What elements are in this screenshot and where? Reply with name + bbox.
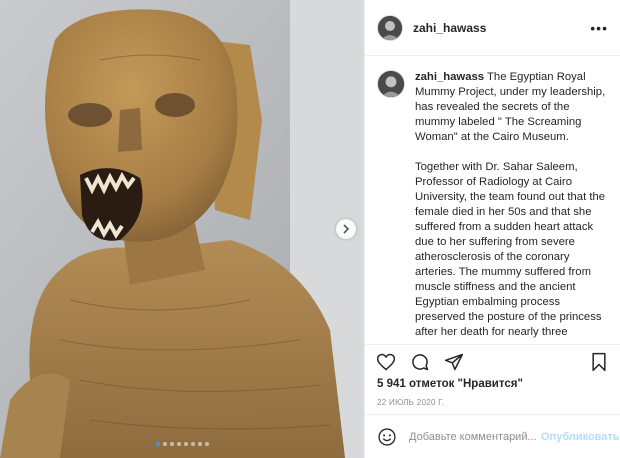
post-media[interactable] [0, 0, 364, 458]
post-container: zahi_hawass ••• zahi_hawass The Egyptian… [0, 0, 620, 458]
heart-icon [376, 353, 396, 370]
comments-area[interactable]: zahi_hawass The Egyptian Royal Mummy Pro… [365, 56, 620, 342]
carousel-dot [176, 442, 181, 446]
carousel-next-button[interactable] [336, 219, 356, 239]
like-button[interactable] [375, 351, 397, 373]
more-options-icon[interactable]: ••• [590, 20, 608, 36]
paper-plane-icon [444, 353, 464, 370]
carousel-indicator [0, 442, 364, 446]
publish-button[interactable]: Опубликовать [541, 431, 620, 443]
carousel-dot [204, 442, 209, 446]
carousel-dot [162, 442, 167, 446]
caption-text: The Egyptian Royal Mummy Project, under … [415, 71, 606, 342]
bookmark-icon [592, 352, 606, 371]
comment-input[interactable] [407, 429, 541, 444]
avatar[interactable] [377, 14, 403, 41]
comment-icon [412, 353, 429, 370]
carousel-dot [190, 442, 195, 446]
save-button[interactable] [588, 351, 610, 373]
add-comment-bar: Опубликовать [365, 414, 620, 458]
post-date[interactable]: 22 ИЮЛЬ 2020 Г. [377, 398, 444, 407]
action-bar [365, 344, 620, 378]
post-sidebar: zahi_hawass ••• zahi_hawass The Egyptian… [364, 0, 620, 458]
comment-button[interactable] [409, 351, 431, 373]
caption-avatar[interactable] [377, 70, 405, 98]
avatar-image [378, 71, 404, 97]
carousel-dot [169, 442, 174, 446]
post-caption: zahi_hawass The Egyptian Royal Mummy Pro… [415, 70, 608, 342]
share-button[interactable] [443, 351, 465, 373]
carousel-dot [197, 442, 202, 446]
header-username[interactable]: zahi_hawass [413, 21, 486, 35]
emoji-icon[interactable] [377, 427, 397, 447]
likes-count[interactable]: 5 941 отметок "Нравится" [377, 378, 523, 390]
carousel-dot [183, 442, 188, 446]
post-header: zahi_hawass ••• [365, 0, 620, 56]
caption-username[interactable]: zahi_hawass [415, 71, 484, 83]
chevron-right-icon [343, 224, 350, 234]
avatar-image [378, 15, 402, 40]
carousel-dot [155, 442, 160, 446]
mummy-photo [0, 0, 364, 458]
